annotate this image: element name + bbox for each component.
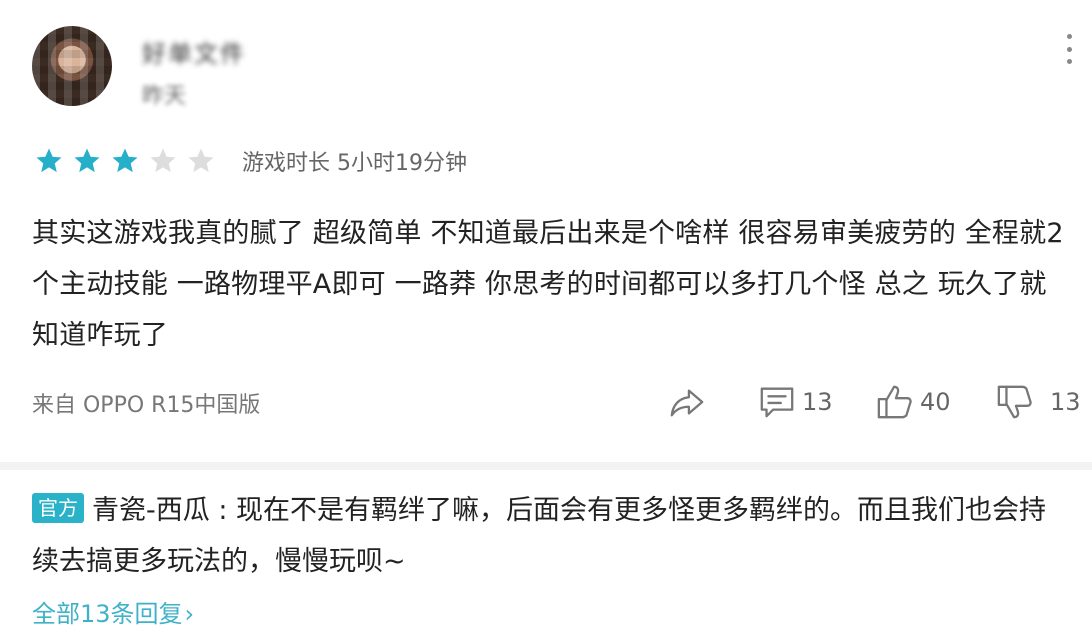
- like-count: 40: [920, 388, 951, 416]
- dislike-button[interactable]: 13: [996, 382, 1081, 422]
- review-text: 其实这游戏我真的腻了 超级简单 不知道最后出来是个啥样 很容易审美疲劳的 全程就…: [32, 218, 1064, 351]
- thumbs-up-icon: [877, 385, 912, 419]
- username[interactable]: 好单文件: [142, 34, 300, 68]
- star-icon: [36, 148, 62, 173]
- official-reply: 官方 青瓷-西瓜 : 现在不是有羁绊了嘛，后面会有更多怪更多羁绊的。而且我们也会持…: [32, 485, 1072, 587]
- chevron-right-icon: ›: [184, 600, 195, 628]
- playtime-label: 游戏时长 5小时19分钟: [242, 151, 467, 176]
- official-badge: 官方: [32, 493, 84, 523]
- thumbs-down-icon: [997, 385, 1032, 419]
- section-divider: [0, 462, 1092, 470]
- star-icon: [112, 148, 138, 173]
- review-actions: 13 40 13: [0, 382, 1092, 422]
- all-replies-link[interactable]: 全部13条回复›: [32, 594, 194, 629]
- rating-row: 游戏时长 5小时19分钟: [34, 143, 467, 179]
- star-icon: [74, 148, 100, 173]
- all-replies-label: 全部13条回复: [32, 600, 183, 628]
- more-vertical-icon[interactable]: [1064, 34, 1074, 64]
- comment-icon: [760, 387, 794, 418]
- reply-separator: :: [209, 495, 237, 526]
- post-time: 昨天: [142, 84, 187, 109]
- user-avatar[interactable]: [32, 26, 112, 106]
- reply-author[interactable]: 青瓷-西瓜: [92, 495, 210, 526]
- like-button[interactable]: 40: [876, 382, 951, 422]
- comment-button[interactable]: 13: [758, 382, 833, 422]
- star-empty-icon: [188, 148, 214, 173]
- share-button[interactable]: [668, 382, 706, 422]
- star-empty-icon: [150, 148, 176, 173]
- share-icon: [670, 389, 704, 417]
- avatar-mosaic: [32, 26, 112, 106]
- dislike-count: 13: [1050, 388, 1081, 416]
- comment-count: 13: [802, 388, 833, 416]
